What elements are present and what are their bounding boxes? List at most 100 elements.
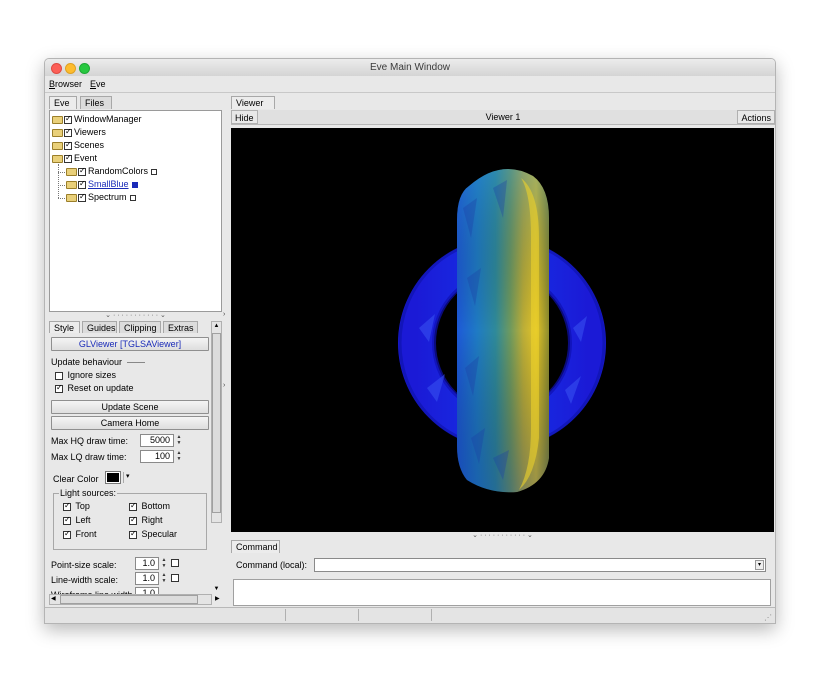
tree-item-smallblue[interactable]: SmallBlue [66,178,138,190]
light-front-checkbox[interactable] [63,529,71,539]
vertical-splitter[interactable]: › › [223,96,229,606]
tree-item-label: RandomColors [88,166,149,176]
glviewer-button[interactable]: GLViewer [TGLSAViewer] [51,337,209,351]
tree-checkbox-event[interactable] [64,153,72,163]
light-bottom-label: Bottom [141,501,171,511]
tree-checkbox-smallblue[interactable] [78,179,86,189]
tree-item-scenes[interactable]: Scenes [52,139,104,151]
gl-viewport[interactable] [231,128,774,532]
resize-grip-icon[interactable]: ⋰ [764,613,773,622]
light-front-option[interactable]: Front [63,528,97,540]
editor-horizontal-scrollbar[interactable]: ◀ ▶ [49,594,220,605]
max-lq-label: Max LQ draw time: [51,452,127,462]
max-lq-spinner[interactable]: ▲ ▼ [175,450,183,463]
reset-on-update-checkbox[interactable] [55,383,63,393]
horizontal-splitter[interactable]: ⌄ · · · · · · · · · · · ⌄ [49,312,222,320]
light-top-checkbox[interactable] [63,501,71,511]
scrollbar-thumb[interactable] [212,333,221,513]
folder-open-icon [52,154,63,163]
chevron-down-icon[interactable]: ▾ [755,560,764,570]
light-specular-option[interactable]: Specular [129,528,177,540]
tree-checkbox-spectrum[interactable] [78,192,86,202]
zoom-window-button[interactable] [79,63,90,74]
point-size-spinner[interactable]: ▲ ▼ [160,557,168,570]
horizontal-scrollbar-thumb[interactable] [60,595,198,604]
light-bottom-checkbox[interactable] [129,501,137,511]
tree-checkbox-viewers[interactable] [64,127,72,137]
max-hq-input[interactable]: 5000 [140,434,174,447]
light-right-option[interactable]: Right [129,514,163,526]
close-window-button[interactable] [51,63,62,74]
menu-eve[interactable]: Eve [90,78,106,90]
folder-icon [66,193,77,202]
tab-command[interactable]: Command [231,540,280,553]
scroll-down-arrow-icon[interactable]: ▼ [212,585,221,594]
status-segment [45,609,286,621]
light-bottom-option[interactable]: Bottom [129,500,170,512]
scroll-left-arrow-icon[interactable]: ◀ [51,595,59,604]
max-lq-input[interactable]: 100 [140,450,174,463]
line-width-spinner[interactable]: ▲ ▼ [160,572,168,585]
folder-icon [66,180,77,189]
folder-icon [66,167,77,176]
viewer-header: Hide Viewer 1 Actions [231,110,775,125]
light-right-checkbox[interactable] [129,515,137,525]
max-hq-spinner[interactable]: ▲ ▼ [175,434,183,447]
point-size-input[interactable]: 1.0 [135,557,159,570]
max-hq-label: Max HQ draw time: [51,436,129,446]
light-top-option[interactable]: Top [63,500,90,512]
hide-button[interactable]: Hide [231,110,258,124]
light-right-label: Right [141,515,163,525]
ignore-sizes-option[interactable]: Ignore sizes [55,369,116,381]
line-width-checkbox[interactable] [171,574,179,582]
minimize-window-button[interactable] [65,63,76,74]
tree-item-viewers[interactable]: Viewers [52,126,106,138]
tab-eve[interactable]: Eve [49,96,77,109]
editor-vertical-scrollbar[interactable]: ▲ [211,321,222,523]
chevron-down-icon[interactable]: ▾ [123,472,134,483]
collapse-right-icon[interactable]: › [223,382,225,389]
scroll-up-arrow-icon[interactable]: ▲ [212,322,221,331]
scroll-right-arrow-icon[interactable]: ▶ [215,595,223,604]
viewer-splitter[interactable]: ⌄ · · · · · · · · · · · ⌄ [231,532,774,539]
collapse-right-icon[interactable]: › [223,311,225,318]
tab-files[interactable]: Files [80,96,112,109]
tree-item-spectrum[interactable]: Spectrum [66,191,136,203]
command-tab-bar: Command [231,540,531,553]
clear-color-swatch [107,473,119,482]
reset-on-update-option[interactable]: Reset on update [55,382,134,394]
light-specular-checkbox[interactable] [129,529,137,539]
menu-browser[interactable]: Browser [49,78,82,90]
main-window: Eve Main Window Browser Eve Eve Files Wi… [44,58,776,624]
tree-item-randomcolors[interactable]: RandomColors [66,165,158,177]
tree-item-label-selected: SmallBlue [88,179,129,189]
light-left-checkbox[interactable] [63,515,71,525]
tree-item-windowmanager[interactable]: WindowManager [52,113,142,125]
update-scene-button[interactable]: Update Scene [51,400,209,414]
point-size-checkbox[interactable] [171,559,179,567]
spectrum-disc [457,168,549,493]
command-input[interactable]: ▾ [314,558,766,572]
color-swatch-icon [129,194,136,201]
light-left-option[interactable]: Left [63,514,91,526]
menu-browser-label: rowser [55,79,83,89]
tree-checkbox-randomcolors[interactable] [78,166,86,176]
tab-viewer-1[interactable]: Viewer 1 [231,96,275,121]
line-width-input[interactable]: 1.0 [135,572,159,585]
tree-item-label: Event [74,153,98,163]
tree-item-label: Viewers [74,127,106,137]
menu-bar: Browser Eve [45,76,775,93]
clear-color-button[interactable] [105,471,121,484]
tree-checkbox-scenes[interactable] [64,140,72,150]
camera-home-button[interactable]: Camera Home [51,416,209,430]
eve-browser-tree: WindowManager Viewers Scenes Event Rando… [49,110,222,312]
group-divider [127,362,145,363]
actions-button[interactable]: Actions [737,110,775,124]
tree-item-event[interactable]: Event [52,152,97,164]
clear-color-label: Clear Color [53,474,99,484]
tree-item-label: Spectrum [88,192,127,202]
tree-checkbox-windowmanager[interactable] [64,114,72,124]
ignore-sizes-checkbox[interactable] [55,371,63,380]
color-swatch-icon [151,168,158,175]
reset-on-update-label: Reset on update [67,383,134,393]
